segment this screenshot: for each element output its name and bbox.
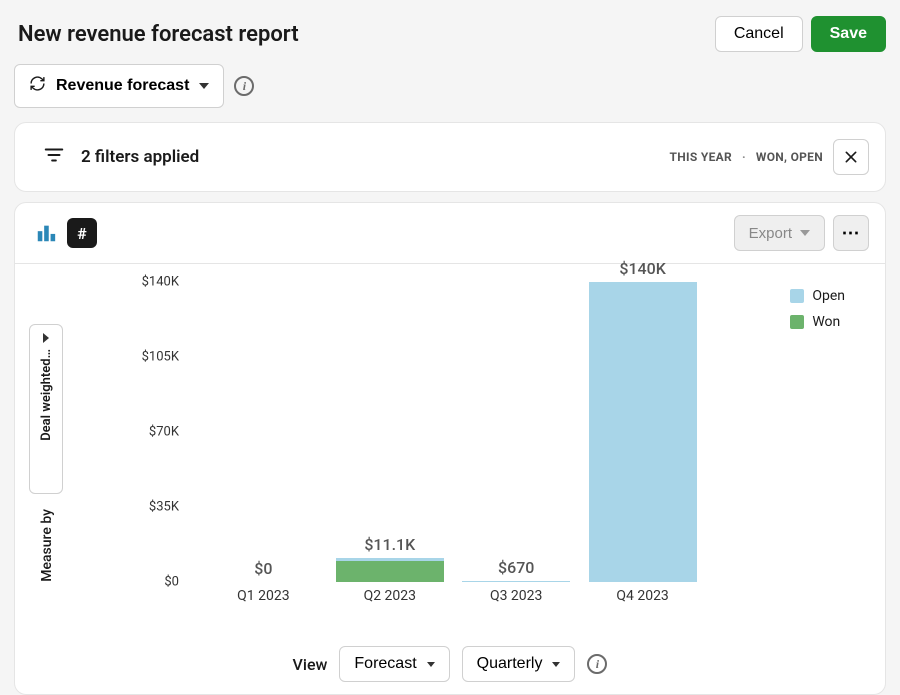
x-tick: Q1 2023	[209, 588, 317, 604]
chevron-down-icon	[199, 83, 209, 89]
chevron-down-icon	[427, 662, 435, 667]
x-tick: Q4 2023	[589, 588, 697, 604]
bars-container: $0 $11.1K $670 $140K	[191, 282, 715, 582]
chevron-down-icon	[800, 230, 810, 236]
filter-separator: ·	[742, 150, 746, 164]
period-select[interactable]: Quarterly	[462, 646, 576, 682]
bar-value-label: $140K	[589, 259, 697, 278]
report-type-select[interactable]: Revenue forecast	[14, 64, 224, 108]
bar-segment[interactable]	[462, 581, 570, 582]
export-button[interactable]: Export	[734, 215, 825, 251]
clear-filters-button[interactable]	[833, 139, 869, 175]
legend-item-open[interactable]: Open	[790, 288, 845, 304]
y-tick: $0	[164, 575, 179, 590]
save-button[interactable]: Save	[811, 16, 886, 52]
measure-tab[interactable]: Deal weighted…	[29, 324, 63, 494]
info-icon[interactable]: i	[234, 76, 254, 96]
chart-plot: $0 $35K $70K $105K $140K $0 $11.1K $670 $140K Q…	[135, 282, 715, 612]
chevron-right-icon	[43, 333, 49, 343]
more-actions-button[interactable]: ⋯	[833, 215, 869, 251]
y-axis: $0$35K$70K$105K$140K	[135, 282, 185, 582]
filters-bar: 2 filters applied THIS YEAR · WON, OPEN	[14, 122, 886, 192]
bar-segment[interactable]	[589, 282, 697, 582]
bar-value-label: $0	[209, 559, 317, 578]
forecast-select[interactable]: Forecast	[339, 646, 449, 682]
y-tick: $70K	[149, 425, 179, 440]
ellipsis-icon: ⋯	[842, 223, 861, 244]
view-label: View	[293, 655, 328, 674]
bar-chart-icon	[35, 222, 57, 244]
bar-group: $140K	[589, 282, 697, 582]
export-label: Export	[749, 225, 792, 242]
refresh-icon	[29, 75, 46, 97]
cancel-button[interactable]: Cancel	[715, 16, 803, 52]
forecast-select-label: Forecast	[354, 655, 416, 673]
bar-segment[interactable]	[336, 561, 444, 582]
y-tick: $105K	[142, 350, 179, 365]
legend-swatch-open	[790, 289, 804, 303]
legend-item-won[interactable]: Won	[790, 314, 845, 330]
legend: Open Won	[790, 288, 845, 340]
info-icon[interactable]: i	[587, 654, 607, 674]
bar-value-label: $670	[462, 558, 570, 577]
report-type-label: Revenue forecast	[56, 77, 189, 95]
y-tick: $140K	[142, 275, 179, 290]
chart-panel: # Export ⋯ Deal weighted… Measure by $0$…	[14, 202, 886, 695]
filter-chip-period: THIS YEAR	[670, 150, 732, 164]
table-view-toggle[interactable]: #	[67, 218, 97, 248]
period-select-label: Quarterly	[477, 655, 543, 673]
y-tick: $35K	[149, 500, 179, 515]
legend-label-open: Open	[812, 288, 845, 304]
close-icon	[843, 149, 859, 165]
legend-swatch-won	[790, 315, 804, 329]
bar-value-label: $11.1K	[336, 535, 444, 554]
chart-view-toggle[interactable]	[31, 218, 61, 248]
measure-tab-label: Deal weighted…	[39, 349, 54, 441]
legend-label-won: Won	[812, 314, 840, 330]
chevron-down-icon	[552, 662, 560, 667]
bar-group: $11.1K	[336, 558, 444, 582]
x-tick: Q2 2023	[336, 588, 444, 604]
filters-applied-text: 2 filters applied	[81, 147, 199, 167]
filter-icon[interactable]	[43, 144, 65, 170]
measure-by-label: Measure by	[39, 509, 55, 582]
bar-group: $670	[462, 581, 570, 582]
x-axis: Q1 2023 Q2 2023 Q3 2023 Q4 2023	[191, 588, 715, 608]
x-tick: Q3 2023	[462, 588, 570, 604]
page-title: New revenue forecast report	[18, 22, 299, 47]
filter-chip-status: WON, OPEN	[756, 150, 823, 164]
